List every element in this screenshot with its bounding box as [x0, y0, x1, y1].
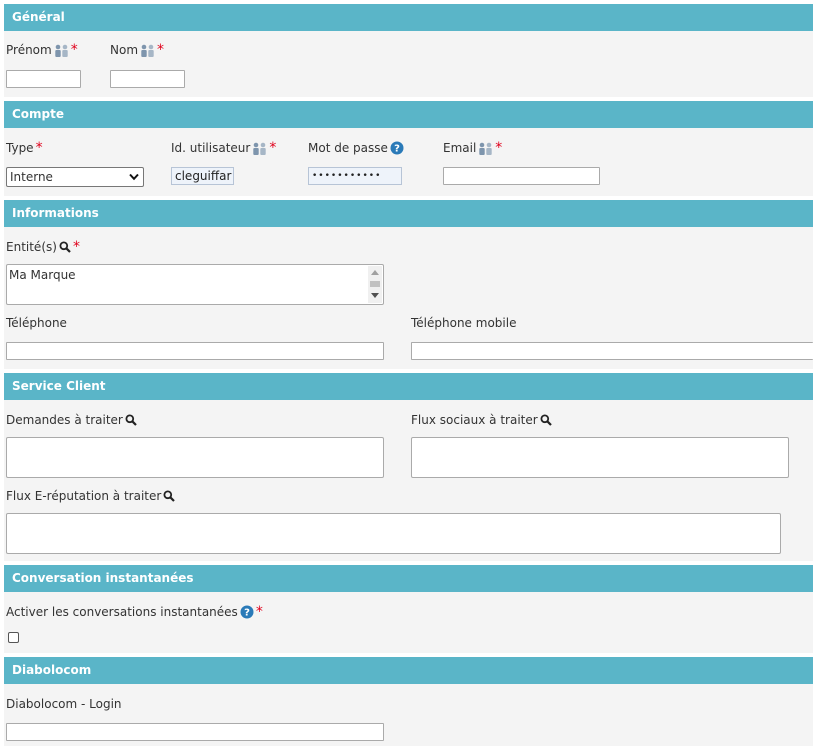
- scroll-thumb[interactable]: [370, 281, 380, 287]
- scroll-down-icon[interactable]: [371, 293, 379, 299]
- help-icon[interactable]: ?: [390, 141, 404, 155]
- section-title: Conversation instantanées: [12, 571, 194, 585]
- list-item[interactable]: Ma Marque: [9, 268, 76, 282]
- section-title: Général: [12, 10, 65, 24]
- section-title: Service Client: [12, 379, 106, 393]
- nom-input[interactable]: [110, 70, 185, 88]
- section-body-conversation: [4, 592, 813, 653]
- search-icon[interactable]: [540, 414, 552, 426]
- section-header-compte: Compte: [4, 101, 813, 128]
- flux-sociaux-label: Flux sociaux à traiter: [411, 413, 538, 427]
- password-label-group: Mot de passe ?: [308, 141, 404, 155]
- section-title: Diabolocom: [12, 663, 92, 677]
- user-id-field[interactable]: cleguiffar: [171, 167, 234, 185]
- flux-ereputation-label-group: Flux E-réputation à traiter: [6, 489, 176, 503]
- svg-text:?: ?: [244, 608, 250, 619]
- entites-listbox[interactable]: Ma Marque: [6, 264, 384, 305]
- required-asterisk-icon: *: [70, 42, 78, 58]
- search-icon[interactable]: [125, 414, 137, 426]
- flux-ereputation-label: Flux E-réputation à traiter: [6, 489, 162, 503]
- email-input[interactable]: [443, 167, 600, 185]
- prenom-input[interactable]: [6, 70, 81, 88]
- activer-checkbox[interactable]: [8, 632, 19, 643]
- email-label: Email: [443, 141, 477, 155]
- type-select-value: Interne: [10, 170, 53, 184]
- section-title: Informations: [12, 206, 99, 220]
- activer-label-group: Activer les conversations instantanées ?…: [6, 605, 263, 619]
- section-header-diabolocom: Diabolocom: [4, 657, 813, 684]
- telephone-mobile-input[interactable]: [411, 342, 813, 360]
- telephone-label: Téléphone: [6, 316, 67, 330]
- section-title: Compte: [12, 107, 65, 121]
- flux-ereputation-listbox[interactable]: [6, 513, 781, 554]
- required-asterisk-icon: *: [35, 140, 43, 156]
- type-select[interactable]: Interne: [6, 167, 144, 187]
- required-asterisk-icon: *: [495, 140, 503, 156]
- section-header-conversation: Conversation instantanées: [4, 565, 813, 592]
- entites-label-group: Entité(s) *: [6, 240, 80, 254]
- telephone-mobile-label: Téléphone mobile: [411, 316, 517, 330]
- user-id-label: Id. utilisateur: [171, 141, 251, 155]
- user-id-value: cleguiffar: [175, 169, 232, 183]
- required-asterisk-icon: *: [255, 604, 263, 620]
- required-asterisk-icon: *: [157, 42, 165, 58]
- type-label-group: Type *: [6, 141, 43, 155]
- demandes-label-group: Demandes à traiter: [6, 413, 137, 427]
- svg-text:?: ?: [394, 144, 400, 155]
- people-icon: [55, 44, 68, 57]
- section-header-general: Général: [4, 4, 813, 31]
- prenom-label: Prénom: [6, 43, 52, 57]
- search-icon[interactable]: [59, 241, 71, 253]
- diabolocom-login-input[interactable]: [6, 723, 384, 741]
- activer-label: Activer les conversations instantanées: [6, 605, 238, 619]
- flux-sociaux-listbox[interactable]: [411, 437, 789, 478]
- demandes-listbox[interactable]: [6, 437, 384, 478]
- email-label-group: Email *: [443, 141, 502, 155]
- type-label: Type: [6, 141, 34, 155]
- password-field[interactable]: •••••••••••: [308, 167, 402, 185]
- required-asterisk-icon: *: [72, 239, 80, 255]
- scroll-up-icon[interactable]: [371, 269, 379, 275]
- help-icon[interactable]: ?: [240, 605, 254, 619]
- user-id-label-group: Id. utilisateur *: [171, 141, 276, 155]
- prenom-label-group: Prénom *: [6, 43, 78, 57]
- chevron-down-icon: [129, 173, 139, 181]
- nom-label: Nom: [110, 43, 139, 57]
- required-asterisk-icon: *: [269, 140, 277, 156]
- entites-label: Entité(s): [6, 240, 57, 254]
- demandes-label: Demandes à traiter: [6, 413, 123, 427]
- people-icon: [479, 142, 492, 155]
- password-label: Mot de passe: [308, 141, 388, 155]
- people-icon: [253, 142, 267, 155]
- flux-sociaux-label-group: Flux sociaux à traiter: [411, 413, 552, 427]
- password-value: •••••••••••: [312, 171, 382, 181]
- section-header-service-client: Service Client: [4, 373, 813, 400]
- scrollbar[interactable]: [368, 266, 382, 303]
- nom-label-group: Nom *: [110, 43, 164, 57]
- section-header-informations: Informations: [4, 200, 813, 227]
- search-icon[interactable]: [163, 490, 176, 502]
- diabolocom-login-label: Diabolocom - Login: [6, 697, 122, 711]
- people-icon: [141, 44, 154, 57]
- telephone-input[interactable]: [6, 342, 384, 360]
